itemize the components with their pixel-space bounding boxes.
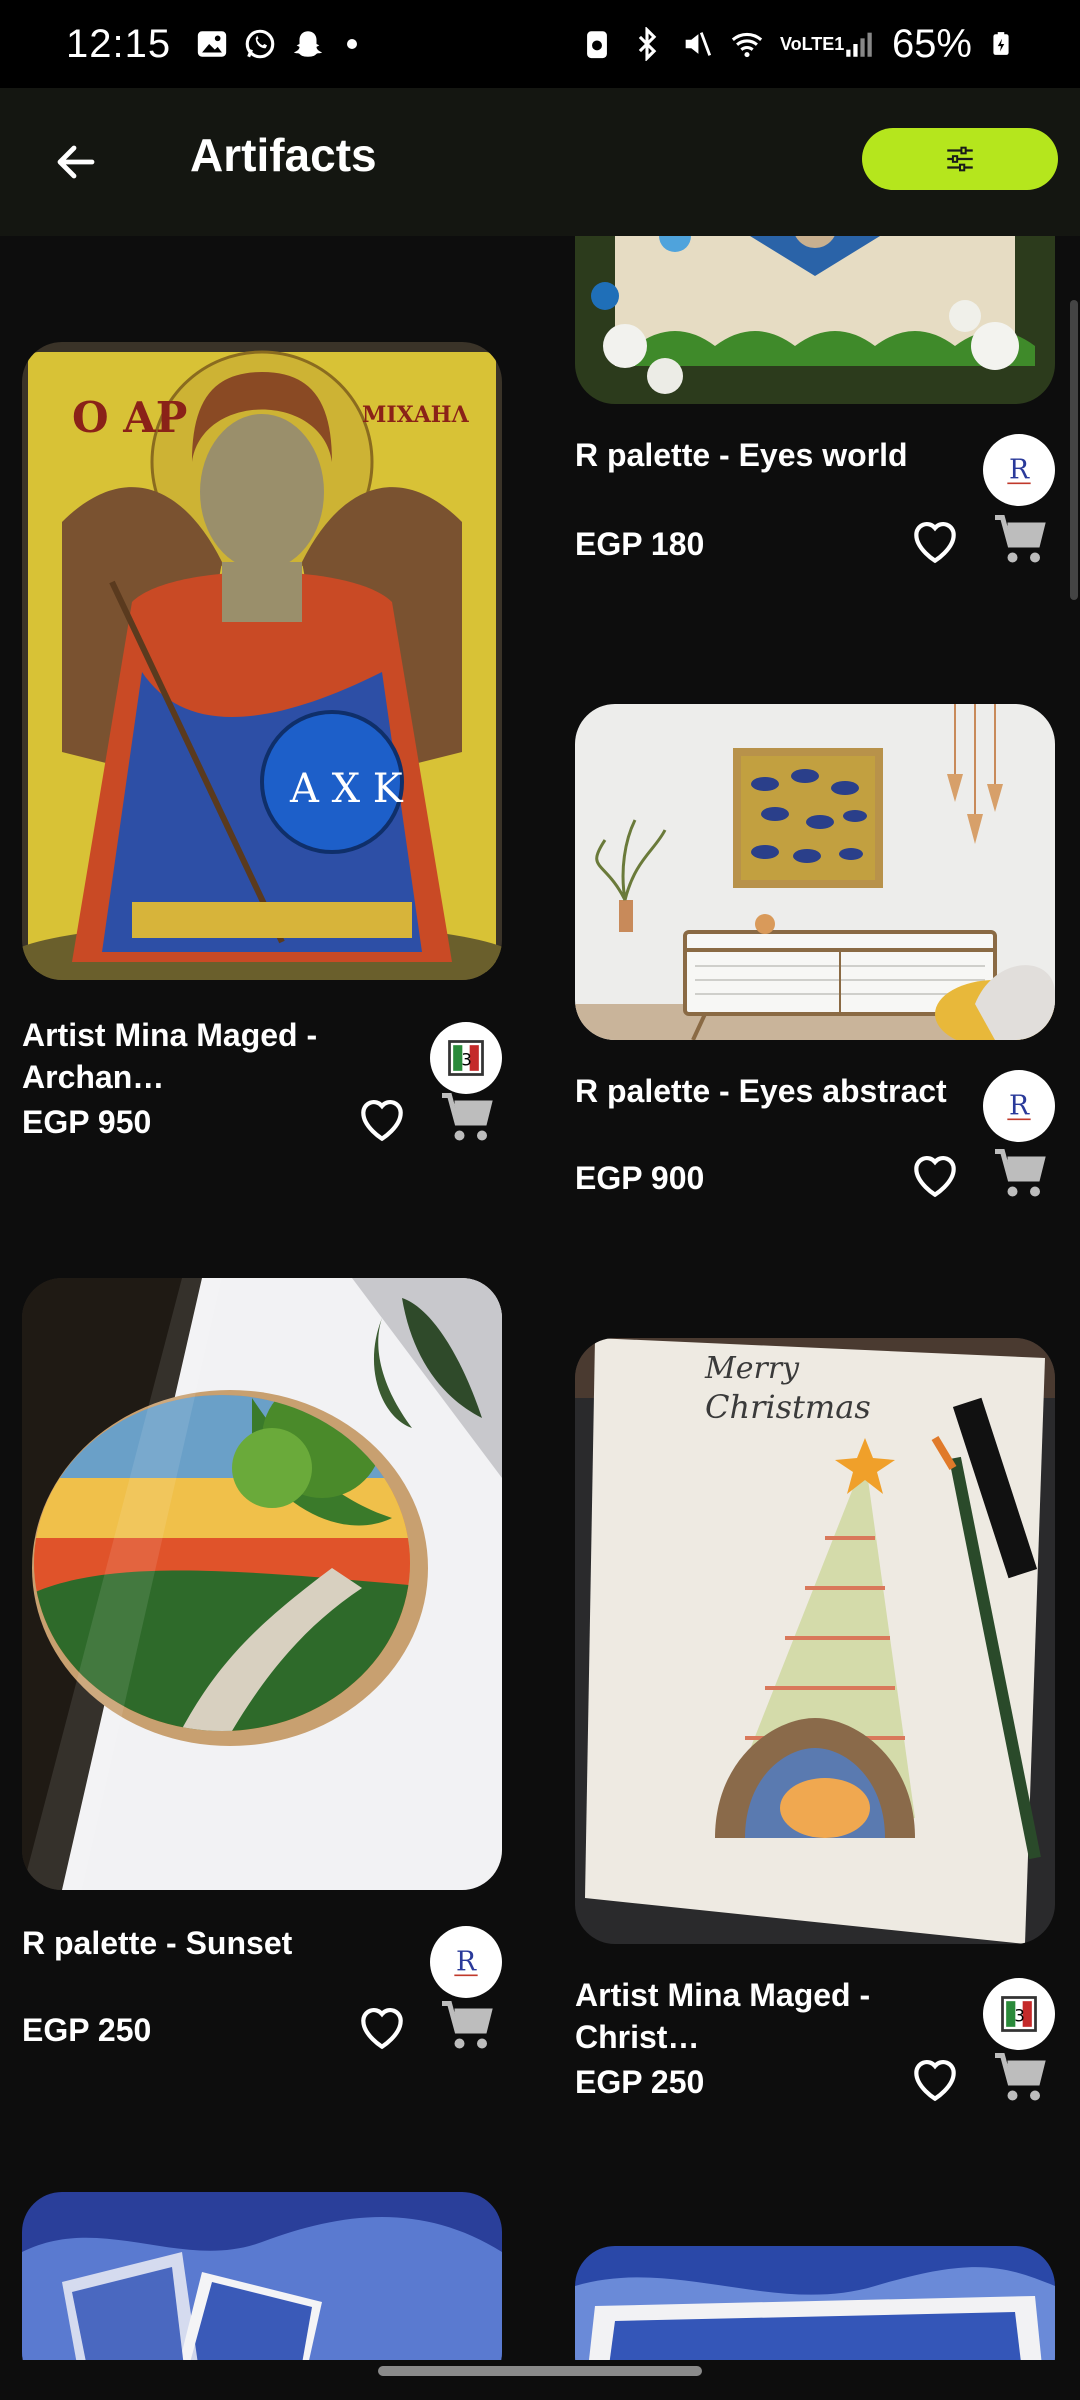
store-avatar[interactable]: R [983,434,1055,506]
status-bar: 12:15 VoLTE1 65% [0,0,1080,88]
snapchat-icon [293,31,323,57]
battery-percent: 65% [891,21,972,66]
product-title[interactable]: R palette - Sunset [22,1922,422,1964]
status-time: 12:15 [66,21,172,66]
rpalette-logo-icon: R [1007,1090,1031,1121]
product-image-eyes-abstract[interactable] [575,704,1055,1040]
card-christmas-text: Christmas [705,1388,871,1426]
heart-icon[interactable] [905,514,965,570]
mina-logo-icon: 3 [448,1040,484,1076]
product-image-christmas[interactable]: Merry Christmas [575,1338,1055,1944]
whatsapp-icon [245,29,275,59]
cart-icon[interactable] [989,2048,1051,2108]
battery-charging-icon [993,32,1009,55]
scrollbar[interactable] [1070,300,1078,600]
svg-text:3: 3 [461,1050,472,1069]
product-image-partial-left[interactable] [22,2192,502,2360]
heart-icon[interactable] [352,1092,412,1148]
network-label: VoLTE1 [779,34,845,54]
battery-saver-icon [587,31,607,59]
store-avatar[interactable]: 3 [430,1022,502,1094]
product-card[interactable]: Merry Christmas Artist Mina Maged - Chri… [575,1338,1055,2148]
product-title[interactable]: Artist Mina Maged - Archan… [22,1014,422,1098]
svg-text:3: 3 [1014,2006,1024,2025]
mina-logo-icon: 3 [1001,1996,1037,2032]
heart-icon[interactable] [905,1148,965,1204]
arrow-left-icon [57,145,95,179]
store-avatar[interactable]: R [430,1926,502,1998]
icon-right-text: ΜΙΧΑΗΛ [362,402,470,428]
notification-dot-icon [347,39,358,49]
product-card[interactable]: R palette - Eyes world R EGP 180 [575,236,1055,616]
gallery-icon [197,31,227,57]
product-card[interactable]: Α Χ Κ Ο ΑΡ ΜΙΧΑΗΛ Artist Mina Maged - Ar… [22,342,502,1202]
rpalette-logo-icon: R [1007,454,1031,485]
svg-text:R: R [1009,454,1030,485]
product-image-archangel[interactable]: Α Χ Κ Ο ΑΡ ΜΙΧΑΗΛ [22,342,502,980]
svg-text:R: R [456,1946,477,1977]
filter-button[interactable] [862,128,1058,190]
gesture-navigation-bar[interactable] [378,2366,702,2376]
bluetooth-icon [638,27,657,61]
store-avatar[interactable]: R [983,1070,1055,1142]
back-button[interactable] [40,126,112,198]
cart-icon[interactable] [989,1144,1051,1204]
product-price: EGP 250 [22,2012,152,2048]
product-card[interactable]: R palette - Eyes abstract R EGP 900 [575,704,1055,1304]
product-image-eyes-world[interactable] [575,236,1055,404]
wifi-icon [731,32,763,58]
product-card-partial[interactable] [22,2192,502,2360]
product-image-sunset[interactable] [22,1278,502,1890]
heart-icon[interactable] [352,2000,412,2056]
product-price: EGP 900 [575,1160,705,1196]
card-merry-text: Merry [704,1351,800,1386]
cart-icon[interactable] [989,510,1051,570]
svg-text:R: R [1009,1090,1030,1121]
product-image-partial-right[interactable] [575,2246,1055,2360]
mute-icon [685,32,712,56]
icon-left-text: Ο ΑΡ [72,393,187,442]
store-avatar[interactable]: 3 [983,1978,1055,2050]
product-price: EGP 180 [575,526,705,562]
rpalette-logo-icon: R [454,1946,478,1977]
cart-icon[interactable] [436,1088,498,1148]
product-grid[interactable]: Α Χ Κ Ο ΑΡ ΜΙΧΑΗΛ Artist Mina Maged - Ar… [0,236,1080,2360]
signal-icon [846,32,872,57]
product-title[interactable]: Artist Mina Maged - Christ… [575,1974,975,2058]
product-title[interactable]: R palette - Eyes world [575,434,975,476]
product-title[interactable]: R palette - Eyes abstract [575,1070,975,1112]
product-price: EGP 250 [575,2064,705,2100]
cart-icon[interactable] [436,1996,498,2056]
page-title: Artifacts [190,129,377,181]
sliders-icon [947,146,973,172]
product-price: EGP 950 [22,1104,152,1140]
heart-icon[interactable] [905,2052,965,2108]
app-bar: Artifacts [0,88,1080,236]
icon-shield-text: Α Χ Κ [289,766,404,812]
product-card[interactable]: R palette - Sunset R EGP 250 [22,1278,502,2108]
product-card-partial[interactable] [575,2246,1055,2360]
